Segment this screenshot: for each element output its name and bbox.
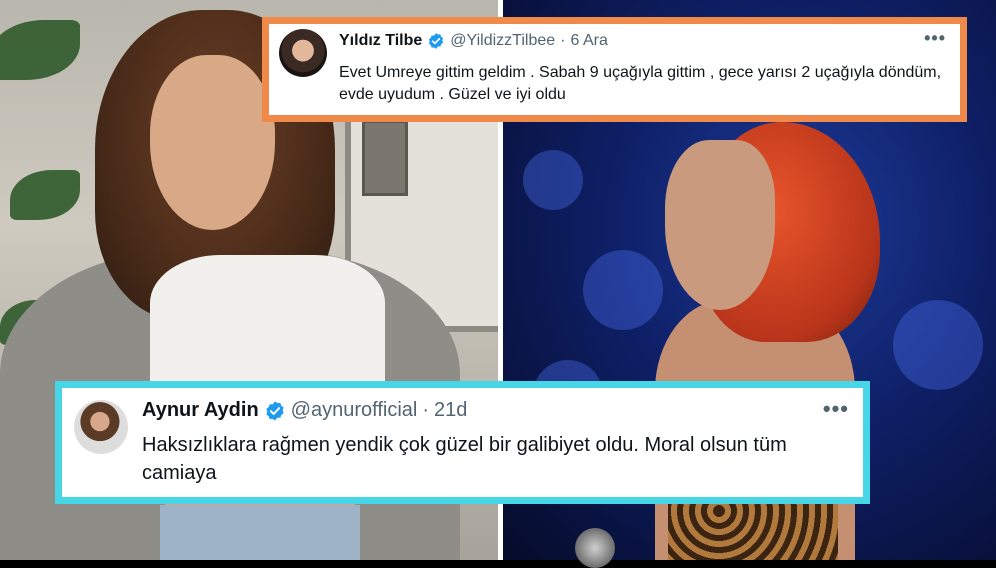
microphone bbox=[575, 528, 615, 568]
face bbox=[150, 55, 275, 230]
jeans bbox=[160, 505, 360, 560]
more-options-icon[interactable]: ••• bbox=[823, 396, 849, 422]
tweet-header: Yıldız Tilbe @YildizzTilbee · 6 Ara bbox=[339, 32, 608, 50]
plant-leaf bbox=[0, 20, 80, 80]
tweet-card-aynur[interactable]: Aynur Aydin @aynurofficial · 21d ••• Hak… bbox=[55, 381, 870, 504]
plant-leaf bbox=[10, 170, 80, 220]
stage-light bbox=[523, 150, 583, 210]
tweet-text: Evet Umreye gittim geldim . Sabah 9 uçağ… bbox=[339, 64, 942, 103]
handle[interactable]: @aynurofficial bbox=[291, 399, 418, 422]
verified-badge-icon bbox=[427, 32, 445, 50]
singer-face bbox=[665, 140, 775, 310]
stage-light bbox=[893, 300, 983, 390]
more-options-icon[interactable]: ••• bbox=[924, 28, 946, 49]
handle[interactable]: @YildizzTilbee bbox=[450, 32, 555, 50]
tweet-text: Haksızlıklara rağmen yendik çok güzel bi… bbox=[142, 434, 787, 484]
avatar[interactable] bbox=[74, 400, 128, 454]
separator: · bbox=[422, 399, 430, 421]
display-name[interactable]: Aynur Aydin bbox=[142, 399, 259, 422]
tweet-card-yildiz[interactable]: Yıldız Tilbe @YildizzTilbee · 6 Ara ••• … bbox=[262, 17, 967, 122]
wall-picture-frame bbox=[362, 120, 408, 196]
timestamp[interactable]: 6 Ara bbox=[570, 32, 607, 50]
verified-badge-icon bbox=[264, 400, 286, 422]
separator: · bbox=[560, 32, 566, 49]
avatar[interactable] bbox=[279, 29, 327, 77]
timestamp[interactable]: 21d bbox=[434, 399, 467, 422]
tweet-header: Aynur Aydin @aynurofficial · 21d bbox=[142, 399, 467, 422]
display-name[interactable]: Yıldız Tilbe bbox=[339, 32, 422, 50]
stage-light bbox=[583, 250, 663, 330]
